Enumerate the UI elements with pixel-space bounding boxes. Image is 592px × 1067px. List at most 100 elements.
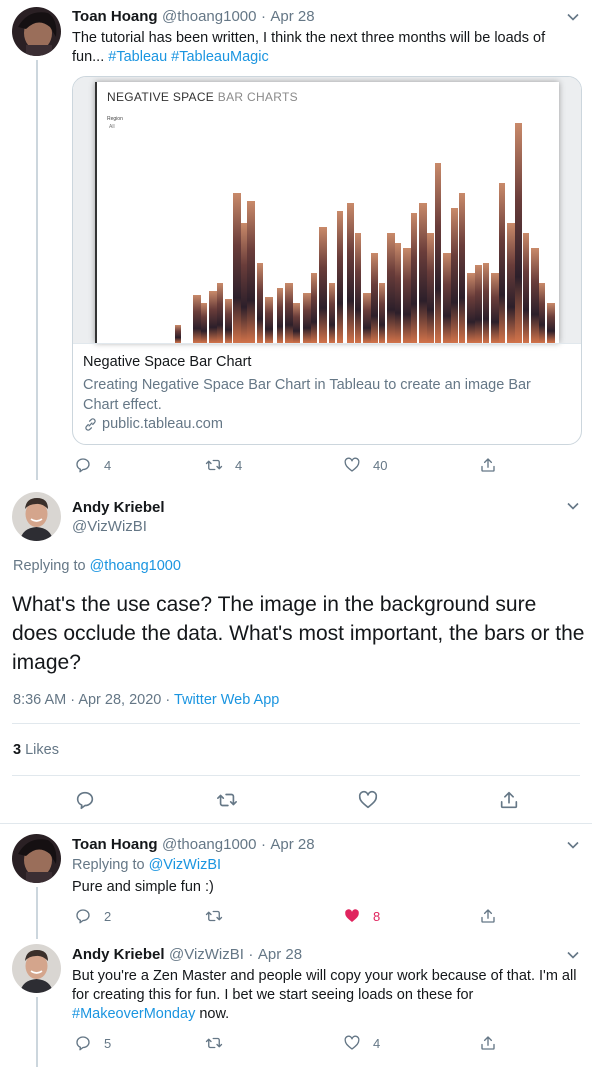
tweet-text: But you're a Zen Master and people will … xyxy=(72,967,582,1024)
skyline-bar xyxy=(201,303,207,343)
tweet-full-date[interactable]: Apr 28, 2020 xyxy=(78,692,161,708)
skyline-bar xyxy=(277,288,283,343)
reply-button[interactable]: 4 xyxy=(74,455,111,475)
divider xyxy=(12,775,580,776)
avatar-toan-hoang[interactable] xyxy=(12,834,61,883)
tweet-timestamp-row: 8:36 AM · Apr 28, 2020 · Twitter Web App xyxy=(13,692,279,708)
tweet-date[interactable]: Apr 28 xyxy=(270,8,314,25)
card-domain: public.tableau.com xyxy=(102,416,223,432)
reply-icon xyxy=(76,458,90,473)
skyline-bar xyxy=(387,233,395,343)
skyline-bar xyxy=(451,208,458,343)
author-handle[interactable]: @VizWizBI xyxy=(72,518,147,535)
retweet-button[interactable] xyxy=(205,1033,223,1053)
skyline-bar xyxy=(483,263,489,343)
card-body: Negative Space Bar Chart Creating Negati… xyxy=(73,343,581,444)
replying-to-link[interactable]: @thoang1000 xyxy=(90,558,181,574)
skyline-bar xyxy=(355,233,361,343)
chevron-down-icon[interactable] xyxy=(566,10,580,24)
thread-line xyxy=(36,887,38,939)
skyline-bar xyxy=(363,293,371,343)
skyline-bar xyxy=(347,203,354,343)
reply-icon[interactable] xyxy=(74,789,96,811)
like-count: 8 xyxy=(373,908,381,924)
heart-filled-icon xyxy=(345,909,359,922)
retweet-icon xyxy=(205,910,223,922)
share-icon xyxy=(481,1036,495,1050)
skyline-bar xyxy=(411,213,417,343)
tweet-body-text: But you're a Zen Master and people will … xyxy=(72,968,577,1003)
share-button[interactable] xyxy=(479,455,497,475)
card-description: Creating Negative Space Bar Chart in Tab… xyxy=(83,377,531,413)
tweet-text: The tutorial has been written, I think t… xyxy=(72,29,572,67)
skyline-bar xyxy=(531,248,539,343)
chart-preview: NEGATIVE SPACE BAR CHARTS Region All xyxy=(95,82,559,343)
skyline-bar xyxy=(459,193,465,343)
chevron-down-icon[interactable] xyxy=(566,838,580,852)
author-name[interactable]: Andy Kriebel xyxy=(72,946,165,963)
skyline-bar xyxy=(499,183,505,343)
share-button[interactable] xyxy=(479,906,497,926)
reply-count: 5 xyxy=(104,1035,112,1051)
replying-to-link[interactable]: @VizWizBI xyxy=(149,857,221,873)
reply-count: 4 xyxy=(104,457,112,473)
skyline-bar xyxy=(175,325,181,343)
skyline-bar xyxy=(539,283,545,343)
author-name[interactable]: Toan Hoang xyxy=(72,8,158,25)
tweet-source[interactable]: Twitter Web App xyxy=(174,692,279,708)
share-icon[interactable] xyxy=(498,789,520,811)
retweet-button[interactable] xyxy=(205,906,223,926)
replying-prefix: Replying to xyxy=(72,857,145,873)
avatar-andy-kriebel[interactable] xyxy=(12,492,61,541)
author-handle[interactable]: @VizWizBI xyxy=(169,946,244,963)
author-name[interactable]: Andy Kriebel xyxy=(72,499,165,516)
dot-separator: · xyxy=(260,836,266,853)
skyline-bar xyxy=(311,273,317,343)
tweet-header: Toan Hoang @thoang1000 · Apr 28 xyxy=(72,8,315,26)
skyline-bar xyxy=(225,299,232,343)
reply-button[interactable]: 5 xyxy=(74,1033,111,1053)
skyline-bar xyxy=(209,291,217,343)
chevron-down-icon[interactable] xyxy=(566,499,580,513)
retweet-button[interactable]: 4 xyxy=(205,455,242,475)
chevron-down-icon[interactable] xyxy=(566,948,580,962)
hashtag-link[interactable]: #MakeoverMonday xyxy=(72,1006,195,1022)
hashtag-link[interactable]: #TableauMagic xyxy=(171,49,269,65)
skyline-bar xyxy=(435,163,441,343)
skyline-bar xyxy=(547,303,555,343)
bar-chart-image xyxy=(175,123,555,343)
likes-summary[interactable]: 3 Likes xyxy=(13,742,59,758)
skyline-bar xyxy=(337,211,343,343)
heart-icon[interactable] xyxy=(357,789,379,811)
skyline-bar xyxy=(403,248,411,343)
link-preview-card[interactable]: NEGATIVE SPACE BAR CHARTS Region All Neg… xyxy=(72,76,582,445)
skyline-bar xyxy=(285,283,293,343)
avatar-toan-hoang[interactable] xyxy=(12,7,61,56)
author-handle[interactable]: @thoang1000 xyxy=(162,836,256,853)
tweet-time[interactable]: 8:36 AM xyxy=(13,692,66,708)
author-handle[interactable]: @thoang1000 xyxy=(162,8,256,25)
share-icon xyxy=(481,909,495,923)
skyline-bar xyxy=(523,233,529,343)
hashtag-link[interactable]: #Tableau xyxy=(108,49,167,65)
retweet-icon[interactable] xyxy=(216,789,238,811)
share-button[interactable] xyxy=(479,1033,497,1053)
like-button-active[interactable]: 8 xyxy=(343,906,380,926)
skyline-bar xyxy=(491,273,499,343)
like-button[interactable]: 4 xyxy=(343,1033,380,1053)
skyline-bar xyxy=(247,201,255,343)
replying-to: Replying to @thoang1000 xyxy=(13,558,181,574)
skyline-bar xyxy=(319,227,327,343)
skyline-bar xyxy=(507,223,515,343)
author-name[interactable]: Toan Hoang xyxy=(72,836,158,853)
like-button[interactable]: 40 xyxy=(343,455,387,475)
reply-icon xyxy=(76,909,90,924)
dot-separator: · xyxy=(260,8,266,25)
tweet-date[interactable]: Apr 28 xyxy=(258,946,302,963)
replying-prefix: Replying to xyxy=(13,558,86,574)
avatar-andy-kriebel[interactable] xyxy=(12,944,61,993)
tweet-date[interactable]: Apr 28 xyxy=(270,836,314,853)
dot-separator: · xyxy=(165,692,171,708)
reply-button[interactable]: 2 xyxy=(74,906,111,926)
thread-line xyxy=(36,60,38,480)
